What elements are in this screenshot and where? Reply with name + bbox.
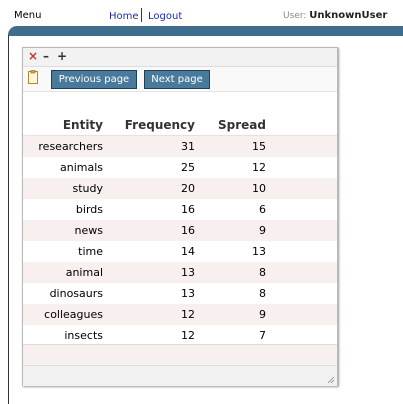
cell-entity: time bbox=[78, 245, 103, 258]
cell-entity: insects bbox=[64, 329, 103, 342]
cell-entity: animal bbox=[65, 266, 103, 279]
cell-entity: colleagues bbox=[44, 308, 103, 321]
table-row[interactable]: animal 13 8 bbox=[23, 262, 337, 283]
cell-frequency: 16 bbox=[181, 203, 195, 216]
clipboard-icon[interactable] bbox=[28, 70, 38, 84]
user-name: UnknownUser bbox=[309, 10, 388, 21]
cell-entity: animals bbox=[59, 161, 103, 174]
user-info: User: UnknownUser bbox=[283, 10, 387, 21]
next-page-button[interactable]: Next page bbox=[144, 70, 210, 89]
home-link[interactable]: Home bbox=[109, 11, 139, 22]
cell-frequency: 14 bbox=[181, 245, 195, 258]
entity-window: × – + Previous page Next page Entity Fre… bbox=[22, 47, 338, 386]
cell-entity: researchers bbox=[38, 140, 103, 153]
cell-entity: news bbox=[74, 224, 103, 237]
cell-entity: study bbox=[72, 182, 103, 195]
resize-grip-icon[interactable] bbox=[327, 376, 335, 384]
column-header-entity[interactable]: Entity bbox=[63, 118, 103, 132]
cell-frequency: 12 bbox=[181, 308, 195, 321]
cell-frequency: 13 bbox=[181, 266, 195, 279]
accent-bar bbox=[8, 26, 403, 36]
cell-entity: dinosaurs bbox=[49, 287, 103, 300]
table-row[interactable]: birds 16 6 bbox=[23, 199, 337, 220]
logout-link[interactable]: Logout bbox=[148, 11, 182, 22]
cell-spread: 13 bbox=[252, 245, 266, 258]
cell-spread: 9 bbox=[259, 308, 266, 321]
table-row[interactable]: time 14 13 bbox=[23, 241, 337, 262]
user-label: User: bbox=[283, 11, 307, 21]
table-row[interactable]: insects 12 7 bbox=[23, 325, 337, 346]
table-footer-row bbox=[23, 344, 337, 366]
cell-frequency: 16 bbox=[181, 224, 195, 237]
table-row[interactable]: animals 25 12 bbox=[23, 157, 337, 178]
cell-frequency: 13 bbox=[181, 287, 195, 300]
cell-spread: 8 bbox=[259, 287, 266, 300]
cell-frequency: 25 bbox=[181, 161, 195, 174]
menu-label[interactable]: Menu bbox=[14, 10, 41, 21]
cell-spread: 12 bbox=[252, 161, 266, 174]
plus-icon[interactable]: + bbox=[57, 49, 67, 63]
link-separator bbox=[141, 8, 142, 22]
column-header-frequency[interactable]: Frequency bbox=[125, 118, 195, 132]
table-row[interactable]: colleagues 12 9 bbox=[23, 304, 337, 325]
top-navigation-bar: Menu Home Logout User: UnknownUser bbox=[0, 0, 403, 24]
cell-spread: 8 bbox=[259, 266, 266, 279]
cell-spread: 15 bbox=[252, 140, 266, 153]
column-header-spread[interactable]: Spread bbox=[218, 118, 266, 132]
cell-spread: 7 bbox=[259, 329, 266, 342]
cell-frequency: 31 bbox=[181, 140, 195, 153]
left-border bbox=[8, 35, 9, 404]
table-row[interactable]: study 20 10 bbox=[23, 178, 337, 199]
close-icon[interactable]: × bbox=[28, 49, 38, 63]
window-toolbar: Previous page Next page bbox=[23, 67, 337, 92]
table-row[interactable]: researchers 31 15 bbox=[23, 136, 337, 157]
table-row[interactable]: news 16 9 bbox=[23, 220, 337, 241]
cell-entity: birds bbox=[75, 203, 103, 216]
window-statusbar bbox=[23, 365, 337, 386]
minimize-icon[interactable]: – bbox=[43, 49, 49, 63]
previous-page-button[interactable]: Previous page bbox=[51, 70, 137, 89]
window-titlebar: × – + bbox=[23, 48, 337, 67]
cell-frequency: 12 bbox=[181, 329, 195, 342]
cell-spread: 6 bbox=[259, 203, 266, 216]
cell-spread: 10 bbox=[252, 182, 266, 195]
entity-table: Entity Frequency Spread researchers 31 1… bbox=[23, 92, 337, 386]
table-header: Entity Frequency Spread bbox=[23, 118, 337, 134]
table-body: researchers 31 15 animals 25 12 study 20… bbox=[23, 136, 337, 346]
table-row[interactable]: dinosaurs 13 8 bbox=[23, 283, 337, 304]
cell-spread: 9 bbox=[259, 224, 266, 237]
cell-frequency: 20 bbox=[181, 182, 195, 195]
